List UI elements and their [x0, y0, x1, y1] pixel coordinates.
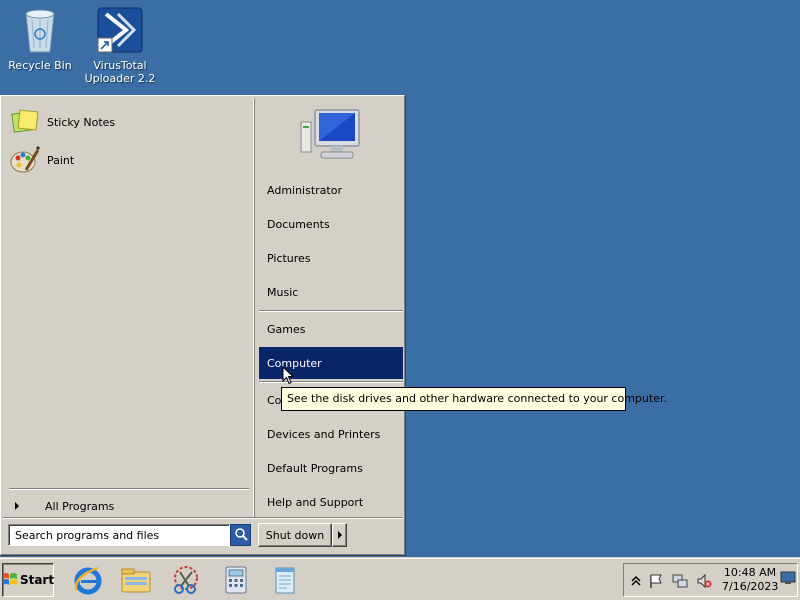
right-item-label: Administrator — [267, 183, 342, 197]
right-item-label: Computer — [267, 356, 322, 370]
right-item-music[interactable]: Music — [259, 276, 403, 308]
paint-icon — [9, 146, 41, 174]
right-item-documents[interactable]: Documents — [259, 208, 403, 240]
recycle-bin-desktop-icon[interactable]: Recycle Bin — [0, 6, 80, 72]
pinned-item-sticky-notes[interactable]: Sticky Notes — [9, 106, 245, 138]
clock[interactable]: 10:48 AM 7/16/2023 — [722, 566, 778, 594]
start-menu-bottom-row: Shut down — [3, 520, 403, 552]
windows-explorer-icon[interactable] — [120, 564, 152, 596]
shutdown-label: Shut down — [265, 528, 325, 542]
right-item-label: Documents — [267, 217, 330, 231]
virustotal-uploader-desktop-icon[interactable]: VirusTotal Uploader 2.2 — [80, 6, 160, 85]
right-item-pictures[interactable]: Pictures — [259, 242, 403, 274]
right-item-label: Music — [267, 285, 299, 299]
right-item-label: Co — [267, 393, 282, 407]
pinned-item-label: Paint — [47, 153, 75, 167]
network-icon[interactable] — [672, 573, 688, 589]
start-menu: Sticky Notes Paint All Programs Administ… — [0, 95, 405, 555]
shutdown-options-button[interactable] — [332, 523, 347, 547]
pane-divider — [253, 98, 255, 518]
recycle-bin-icon — [0, 6, 80, 57]
right-item-games[interactable]: Games — [259, 313, 403, 345]
calculator-icon[interactable] — [220, 564, 252, 596]
internet-explorer-icon[interactable] — [72, 564, 104, 596]
virustotal-uploader-icon — [80, 6, 160, 57]
right-pane-separator-1 — [259, 310, 403, 312]
taskbar: Start 10:48 AM 7/16/2023 — [0, 558, 800, 600]
snipping-tool-icon[interactable] — [170, 564, 202, 596]
arrow-right-icon — [337, 531, 342, 539]
right-item-label: Default Programs — [267, 461, 363, 475]
search-button[interactable] — [230, 524, 251, 546]
action-center-flag-icon[interactable] — [648, 573, 664, 589]
show-hidden-icons-icon[interactable] — [628, 573, 644, 589]
right-pane-separator-2 — [259, 381, 403, 383]
all-programs-separator — [9, 488, 249, 490]
right-item-label: Pictures — [267, 251, 311, 265]
user-picture-computer-icon[interactable] — [297, 108, 363, 164]
right-item-default-programs[interactable]: Default Programs — [259, 452, 403, 484]
arrow-right-icon — [15, 502, 19, 510]
notepad-icon[interactable] — [269, 564, 301, 596]
magnifier-icon — [234, 527, 248, 544]
shutdown-button[interactable]: Shut down — [258, 523, 332, 547]
all-programs-button[interactable]: All Programs — [9, 496, 249, 516]
start-menu-right-pane: Administrator Documents Pictures Music G… — [257, 98, 403, 518]
pinned-item-label: Sticky Notes — [47, 115, 116, 129]
right-item-administrator[interactable]: Administrator — [259, 174, 403, 206]
right-item-label: Devices and Printers — [267, 427, 381, 441]
show-desktop-icon[interactable] — [780, 570, 796, 586]
right-item-computer[interactable]: Computer — [259, 347, 403, 379]
clock-time: 10:48 AM — [723, 566, 777, 579]
right-item-label: Help and Support — [267, 495, 364, 509]
system-tray: 10:48 AM 7/16/2023 — [623, 563, 798, 597]
pinned-item-paint[interactable]: Paint — [9, 144, 245, 176]
windows-flag-icon — [2, 572, 18, 589]
start-menu-left-pane: Sticky Notes Paint All Programs — [3, 98, 253, 518]
right-item-help-and-support[interactable]: Help and Support — [259, 486, 403, 518]
bottom-separator — [3, 517, 403, 519]
start-label: Start — [19, 573, 55, 587]
volume-muted-icon[interactable] — [696, 573, 712, 589]
recycle-bin-label: Recycle Bin — [8, 59, 72, 72]
sticky-notes-icon — [9, 108, 41, 136]
mouse-cursor-icon — [282, 365, 295, 388]
start-button[interactable]: Start — [2, 563, 54, 597]
right-item-label: Games — [267, 322, 306, 336]
computer-tooltip: See the disk drives and other hardware c… — [281, 387, 667, 411]
clock-date: 7/16/2023 — [722, 580, 779, 593]
all-programs-label: All Programs — [45, 499, 115, 513]
search-input[interactable] — [8, 524, 230, 546]
right-item-devices-and-printers[interactable]: Devices and Printers — [259, 418, 403, 450]
virustotal-uploader-label: VirusTotal Uploader 2.2 — [84, 59, 156, 85]
